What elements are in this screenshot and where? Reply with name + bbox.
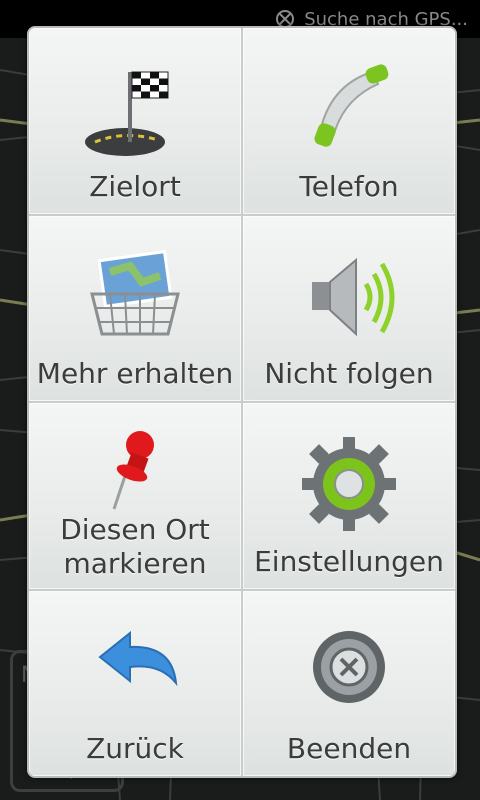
gear-icon [302, 437, 396, 531]
close-circle-icon [313, 630, 385, 703]
menu-item-einstellungen[interactable]: Einstellungen [243, 403, 455, 589]
menu-item-nicht-folgen[interactable]: Nicht folgen [243, 215, 455, 401]
menu-item-beenden[interactable]: Beenden [243, 590, 455, 776]
menu-item-label: Zurück [86, 732, 184, 765]
pushpin-icon [112, 431, 154, 510]
checkered-flag-icon [85, 71, 169, 156]
menu-item-label: Nicht folgen [264, 357, 434, 390]
back-arrow-icon [98, 630, 178, 686]
menu-item-label: Zielort [89, 169, 181, 203]
menu-item-mehr-erhalten[interactable]: Mehr erhalten [29, 215, 241, 401]
menu-item-diesen-ort-markieren[interactable]: Diesen Ort markieren [29, 403, 241, 589]
speaker-icon [312, 257, 395, 336]
menu-item-label: Einstellungen [254, 544, 444, 578]
menu-item-label: Mehr erhalten [36, 357, 234, 390]
phone-icon [314, 64, 389, 147]
menu-item-label: Diesen Ort markieren [60, 512, 210, 580]
basket-map-icon [90, 249, 180, 335]
menu-item-label: Beenden [286, 732, 412, 765]
main-menu: Zielort Telefon Mehr erhalten Nicht folg… [27, 26, 457, 778]
menu-item-zurueck[interactable]: Zurück [29, 590, 241, 776]
menu-item-telefon[interactable]: Telefon [243, 28, 455, 214]
menu-item-label: Telefon [299, 169, 399, 203]
menu-item-zielort[interactable]: Zielort [29, 28, 241, 214]
